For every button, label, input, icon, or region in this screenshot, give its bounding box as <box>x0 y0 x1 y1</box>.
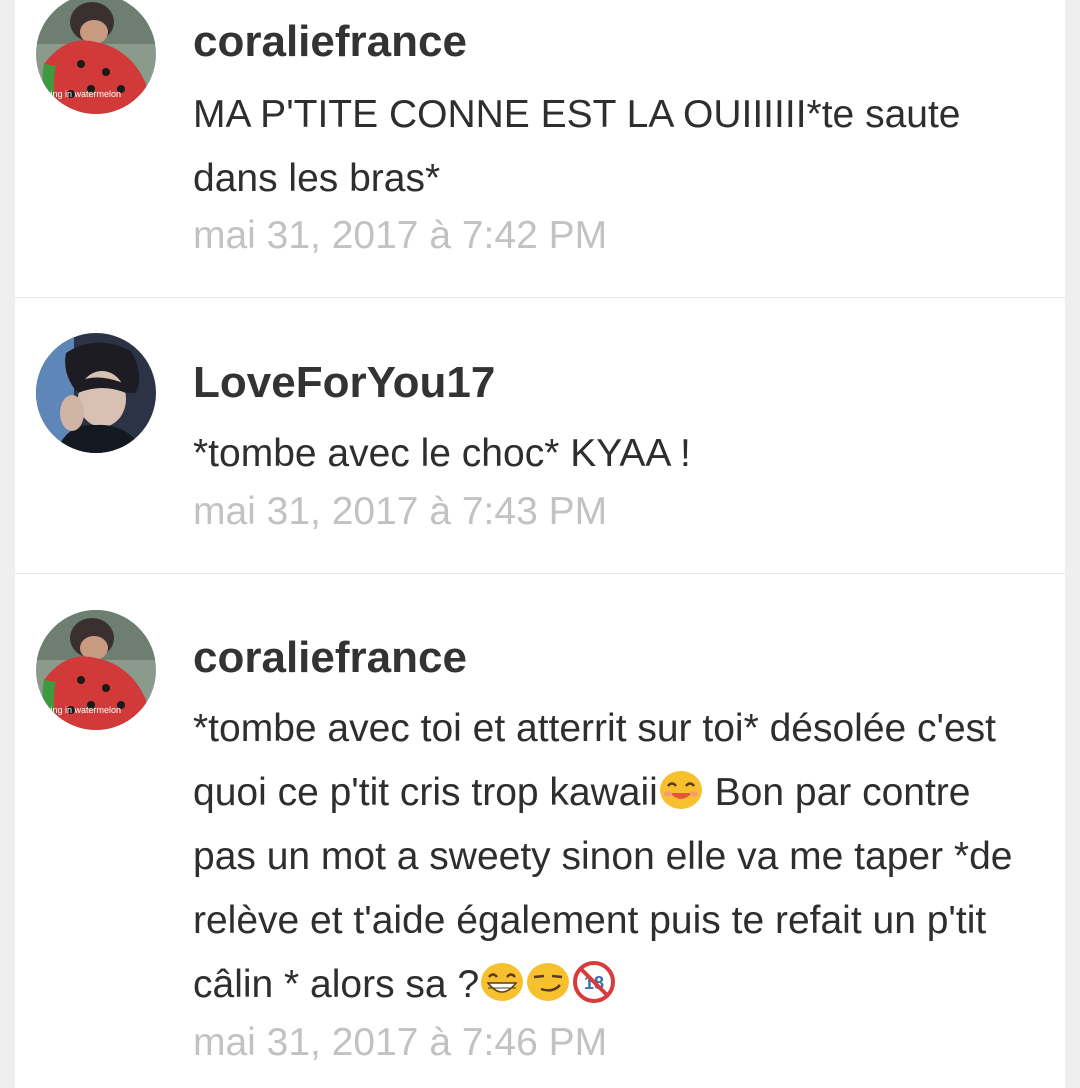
avatar-caption: living in watermelon <box>42 89 121 99</box>
username[interactable]: LoveForYou17 <box>193 361 495 405</box>
divider <box>15 297 1065 298</box>
comment-text: MA P'TITE CONNE EST LA OUIIIIII*te saute… <box>193 93 961 200</box>
avatar[interactable]: living in watermelon <box>36 610 156 730</box>
timestamp: mai 31, 2017 à 7:46 PM <box>193 1021 608 1064</box>
avatar[interactable] <box>36 333 156 453</box>
avatar-watermelon-image: living in watermelon <box>36 610 156 730</box>
no-under-18-emoji: 18 <box>571 961 617 1003</box>
timestamp: mai 31, 2017 à 7:43 PM <box>193 490 608 533</box>
avatar-portrait-image <box>36 333 156 453</box>
smiling-face-emoji <box>658 769 704 811</box>
comment-text: *tombe avec toi et atterrit sur toi* dés… <box>193 697 1038 1017</box>
username[interactable]: coraliefrance <box>193 20 467 64</box>
smirking-face-emoji <box>525 961 571 1003</box>
avatar-caption: living in watermelon <box>42 705 121 715</box>
divider <box>15 573 1065 574</box>
comment-text: *tombe avec le choc* KYAA ! <box>193 432 691 475</box>
timestamp: mai 31, 2017 à 7:42 PM <box>193 214 608 257</box>
username[interactable]: coraliefrance <box>193 636 467 680</box>
grinning-face-emoji <box>479 961 525 1003</box>
